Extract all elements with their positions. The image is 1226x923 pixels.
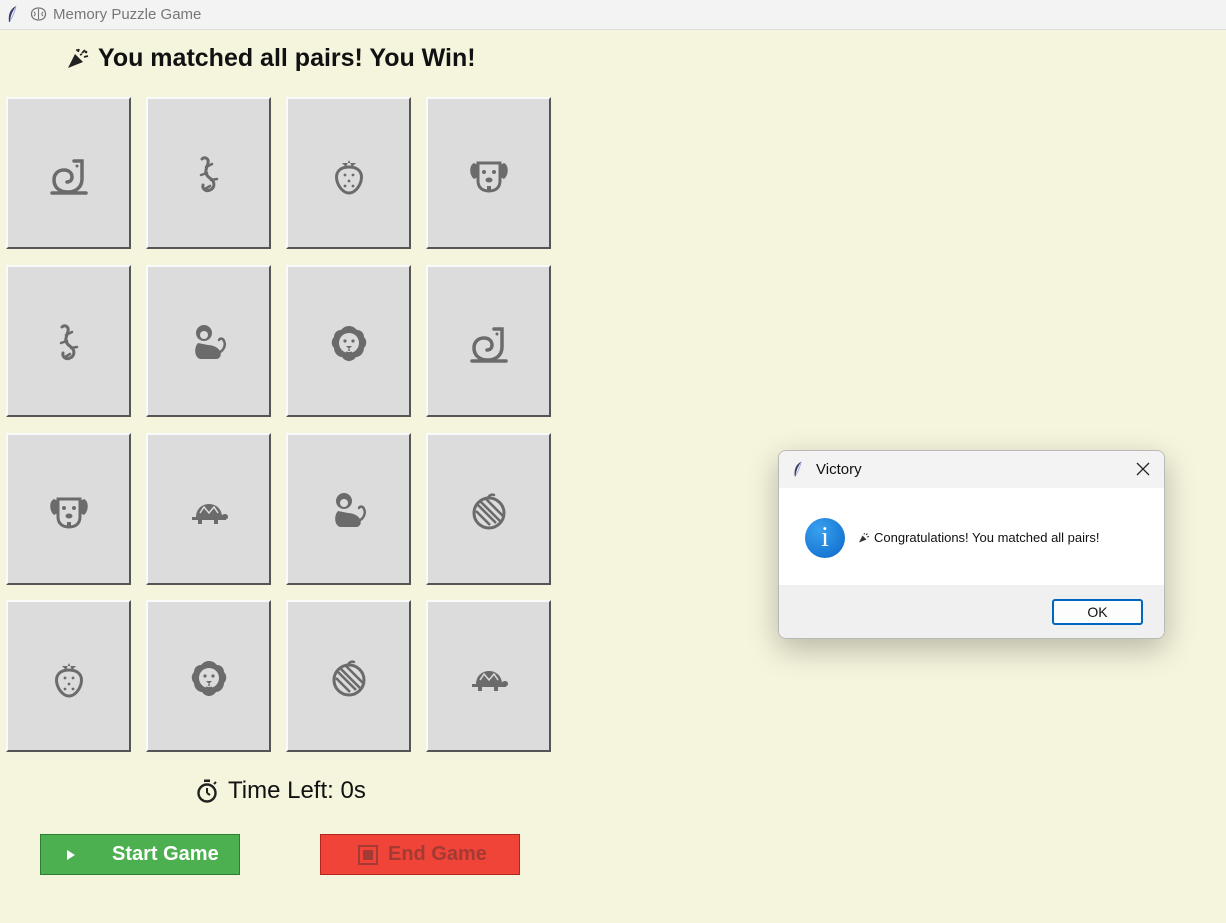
card-tile[interactable] bbox=[286, 600, 411, 752]
window-titlebar: Memory Puzzle Game bbox=[0, 0, 1226, 30]
card-tile[interactable] bbox=[426, 265, 551, 417]
party-popper-icon bbox=[859, 532, 870, 542]
card-tile[interactable] bbox=[426, 97, 551, 249]
close-icon[interactable] bbox=[1136, 462, 1150, 476]
timer-label: Time Left: 0s bbox=[228, 777, 366, 804]
dog-icon bbox=[469, 161, 508, 193]
snake-icon bbox=[49, 159, 88, 195]
timer: Time Left: 0s bbox=[196, 777, 366, 805]
card-tile[interactable] bbox=[146, 433, 271, 585]
strawberry-icon bbox=[334, 160, 363, 195]
dialog-footer: OK bbox=[779, 585, 1164, 638]
strawberry-icon bbox=[54, 663, 83, 698]
lion-icon bbox=[331, 326, 366, 361]
dialog-titlebar: Victory bbox=[779, 451, 1164, 488]
info-icon: i bbox=[805, 518, 845, 558]
card-tile[interactable] bbox=[6, 97, 131, 249]
card-tile[interactable] bbox=[426, 600, 551, 752]
stop-icon bbox=[358, 844, 378, 865]
card-tile[interactable] bbox=[426, 433, 551, 585]
card-tile[interactable] bbox=[146, 265, 271, 417]
turtle-icon bbox=[471, 671, 508, 691]
dialog-message: Congratulations! You matched all pairs! bbox=[858, 530, 1099, 545]
card-tile[interactable] bbox=[146, 600, 271, 752]
end-game-button[interactable]: End Game bbox=[320, 834, 520, 875]
lizard-icon bbox=[199, 156, 218, 193]
start-game-label: Start Game bbox=[112, 843, 219, 865]
card-tile[interactable] bbox=[6, 433, 131, 585]
card-tile[interactable] bbox=[6, 600, 131, 752]
status-text: You matched all pairs! You Win! bbox=[98, 44, 476, 72]
melon-icon bbox=[332, 660, 365, 697]
party-popper-icon bbox=[68, 48, 89, 68]
dialog-message-text: Congratulations! You matched all pairs! bbox=[874, 530, 1100, 545]
start-game-button[interactable]: Start Game bbox=[40, 834, 240, 875]
card-tile[interactable] bbox=[286, 265, 411, 417]
lizard-icon bbox=[59, 324, 78, 361]
card-tile[interactable] bbox=[286, 97, 411, 249]
dialog-body: i Congratulations! You matched all pairs… bbox=[779, 488, 1164, 585]
brain-icon bbox=[30, 7, 47, 21]
end-game-label: End Game bbox=[388, 843, 487, 865]
card-tile[interactable] bbox=[286, 433, 411, 585]
snake-icon bbox=[469, 327, 508, 363]
feather-icon bbox=[794, 461, 802, 477]
dialog-title: Victory bbox=[816, 461, 862, 478]
monkey-icon bbox=[194, 325, 226, 359]
lion-icon bbox=[191, 661, 226, 696]
card-tile[interactable] bbox=[146, 97, 271, 249]
victory-dialog: Victory i Congratulations! You matched a… bbox=[778, 450, 1165, 639]
stopwatch-icon bbox=[197, 779, 217, 803]
play-icon bbox=[67, 849, 75, 860]
monkey-icon bbox=[334, 493, 366, 527]
window-title: Memory Puzzle Game bbox=[53, 6, 202, 23]
turtle-icon bbox=[191, 504, 228, 524]
status-message: You matched all pairs! You Win! bbox=[66, 44, 476, 73]
feather-icon bbox=[8, 5, 17, 22]
dog-icon bbox=[49, 497, 88, 529]
melon-icon bbox=[472, 493, 505, 530]
ok-button[interactable]: OK bbox=[1052, 599, 1143, 625]
card-tile[interactable] bbox=[6, 265, 131, 417]
